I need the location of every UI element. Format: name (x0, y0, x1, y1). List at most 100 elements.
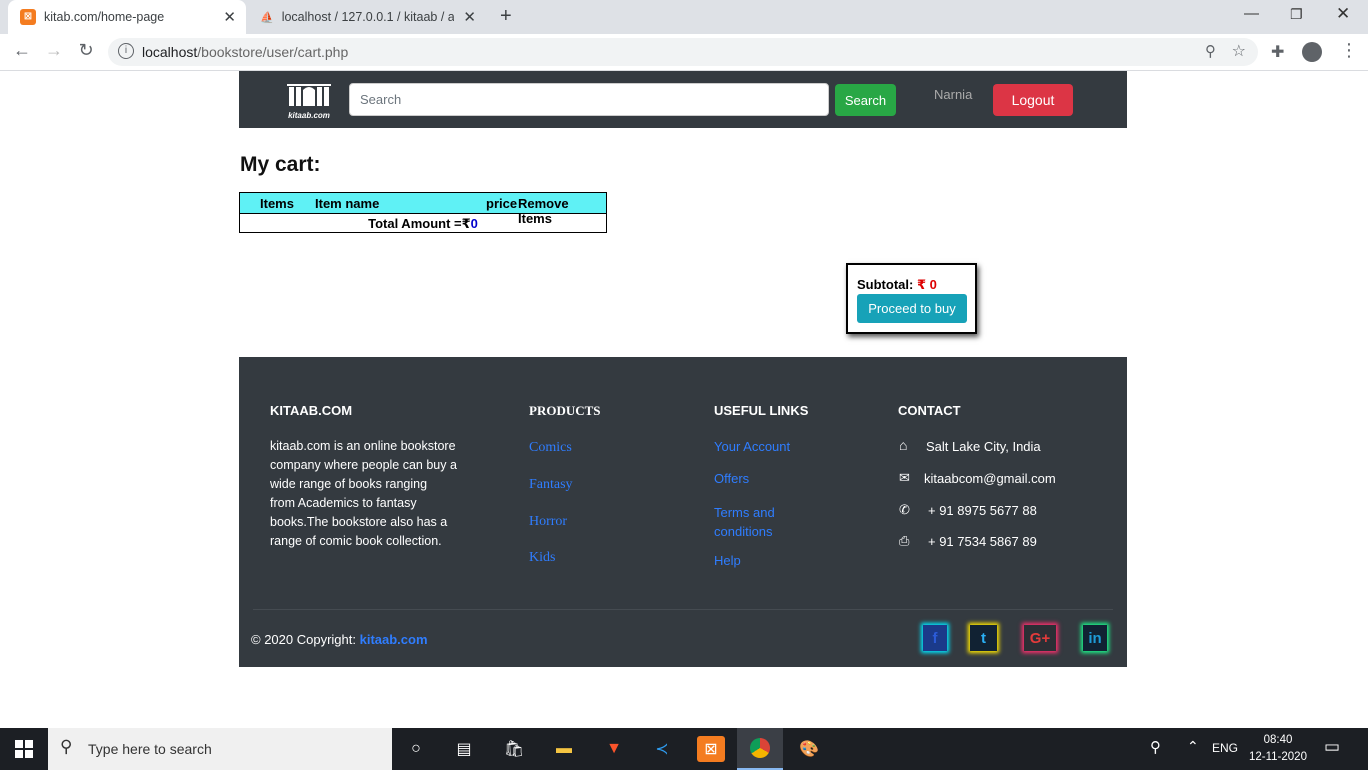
copyright-link[interactable]: kitaab.com (360, 632, 428, 647)
menu-icon[interactable]: ⋮ (1340, 40, 1358, 61)
profile-icon[interactable] (1302, 42, 1322, 62)
store-icon[interactable]: 🛍 (500, 736, 528, 762)
logout-button[interactable]: Logout (993, 84, 1073, 116)
col-items: Items (260, 196, 294, 211)
contact-email: kitaabcom@gmail.com (924, 471, 1056, 486)
back-icon[interactable]: ← (10, 40, 34, 61)
forward-icon[interactable]: → (42, 40, 66, 61)
about-line: kitaab.com is an online bookstore (270, 439, 456, 453)
search-input[interactable]: Search (349, 83, 829, 116)
cart-table: Items Item name price Remove Items Total… (239, 192, 607, 233)
about-heading: KITAAB.COM (270, 403, 353, 418)
total-row: Total Amount =₹0 (240, 213, 606, 232)
cortana-icon[interactable]: ○ (402, 736, 430, 762)
google-plus-icon[interactable]: G+ (1024, 625, 1056, 651)
link-terms[interactable]: Terms and conditions (714, 503, 775, 541)
windows-start-icon[interactable] (15, 740, 33, 758)
contact-address: Salt Lake City, India (926, 439, 1041, 454)
brave-icon[interactable]: ▼ (600, 736, 628, 762)
user-name[interactable]: Narnia (934, 87, 972, 102)
zoom-icon[interactable]: ⚲ (1205, 42, 1216, 60)
about-text: kitaab.com is an online bookstore compan… (270, 437, 457, 551)
about-line: company where people can buy a (270, 458, 457, 472)
copyright-text: © 2020 Copyright: (251, 632, 356, 647)
product-link-fantasy[interactable]: Fantasy (529, 477, 573, 493)
site-logo[interactable]: kitaab.com (285, 80, 333, 120)
col-item-name: Item name (315, 196, 380, 211)
link-help[interactable]: Help (714, 553, 741, 568)
task-view-icon[interactable]: ▤ (450, 736, 478, 762)
subtotal-label: Subtotal: (857, 277, 914, 292)
subtotal-box: Subtotal: ₹ 0 Proceed to buy (846, 263, 977, 334)
link-your-account[interactable]: Your Account (714, 439, 790, 454)
info-icon[interactable]: i (118, 43, 134, 59)
tab-title: kitab.com/home-page (44, 10, 165, 24)
contact-phone: + 91 8975 5677 88 (928, 503, 1037, 518)
tab-phpmyadmin[interactable]: ⛵ localhost / 127.0.0.1 / kitaab / adm ✕ (248, 0, 486, 34)
extensions-icon[interactable]: ✚ (1271, 42, 1284, 62)
cart-table-header: Items Item name price Remove Items (240, 193, 606, 226)
about-line: from Academics to fantasy (270, 496, 417, 510)
people-icon[interactable]: ⚲ (1150, 738, 1161, 756)
product-link-comics[interactable]: Comics (529, 440, 572, 456)
site-footer: KITAAB.COM kitaab.com is an online books… (239, 357, 1127, 667)
twitter-icon[interactable]: t (970, 625, 997, 651)
link-terms-line: conditions (714, 524, 773, 539)
reload-icon[interactable]: ↻ (74, 40, 98, 61)
chrome-taskbar-active[interactable] (737, 728, 783, 770)
logo-books-icon (287, 84, 331, 106)
vscode-icon[interactable]: ≺ (648, 736, 676, 762)
proceed-to-buy-button[interactable]: Proceed to buy (857, 294, 967, 323)
contact-fax: + 91 7534 5867 89 (928, 534, 1037, 549)
search-icon: ⚲ (60, 737, 73, 756)
phone-icon: ✆ (899, 502, 910, 517)
product-link-horror[interactable]: Horror (529, 514, 567, 530)
currency-symbol: ₹ (461, 216, 471, 231)
subtotal-line: Subtotal: ₹ 0 (857, 277, 937, 293)
clock[interactable]: 08:40 12-11-2020 (1248, 732, 1308, 766)
notifications-icon[interactable]: ▭ (1324, 737, 1340, 757)
clock-date: 12-11-2020 (1249, 751, 1307, 763)
about-line: range of comic book collection. (270, 534, 442, 548)
xampp-icon: ⊠ (20, 9, 36, 25)
footer-divider (253, 609, 1113, 610)
useful-links-heading: USEFUL LINKS (714, 403, 809, 418)
page-title: My cart: (240, 153, 321, 176)
col-price: price (486, 196, 518, 211)
url-path: /bookstore/user/cart.php (197, 44, 349, 60)
url-host: localhost (142, 44, 198, 60)
close-window-icon[interactable]: ✕ (1336, 4, 1350, 24)
taskbar-search[interactable]: Type here to search (48, 728, 392, 770)
language-indicator[interactable]: ENG (1212, 741, 1238, 755)
url-bar[interactable]: i localhost/bookstore/user/cart.php ⚲ ☆ (108, 38, 1258, 66)
link-terms-line: Terms and (714, 505, 775, 520)
new-tab-icon[interactable]: + (500, 5, 512, 28)
close-tab-icon[interactable]: ✕ (463, 8, 476, 26)
browser-tab-bar: ⊠ kitab.com/home-page ✕ ⛵ localhost / 12… (0, 0, 1368, 34)
product-link-kids[interactable]: Kids (529, 550, 555, 566)
print-icon: ⎙ (899, 533, 910, 548)
about-line: books.The bookstore also has a (270, 515, 448, 529)
restore-icon[interactable]: ❐ (1290, 6, 1303, 23)
copyright: © 2020 Copyright: kitaab.com (251, 632, 428, 647)
products-heading: PRODUCTS (529, 403, 601, 418)
chrome-icon (750, 738, 770, 758)
facebook-icon[interactable]: f (923, 625, 947, 651)
home-icon: ⌂ (899, 437, 908, 453)
total-value: 0 (470, 216, 478, 231)
file-explorer-icon[interactable]: ▬ (550, 736, 578, 762)
xampp-taskbar-icon[interactable]: ⊠ (697, 736, 725, 762)
minimize-icon[interactable]: — (1244, 5, 1259, 22)
bookmark-star-icon[interactable]: ☆ (1232, 41, 1246, 61)
tab-home-page[interactable]: ⊠ kitab.com/home-page ✕ (8, 0, 246, 34)
search-button[interactable]: Search (835, 84, 896, 116)
chevron-up-icon[interactable]: ⌃ (1187, 738, 1199, 755)
subtotal-value: ₹ 0 (916, 277, 937, 292)
logo-text: kitaab.com (288, 111, 330, 120)
close-tab-icon[interactable]: ✕ (223, 8, 236, 26)
linkedin-icon[interactable]: in (1083, 625, 1107, 651)
total-label: Total Amount = (368, 216, 462, 231)
contact-heading: CONTACT (898, 403, 961, 418)
paint-icon[interactable]: 🎨 (795, 736, 823, 762)
link-offers[interactable]: Offers (714, 471, 749, 486)
